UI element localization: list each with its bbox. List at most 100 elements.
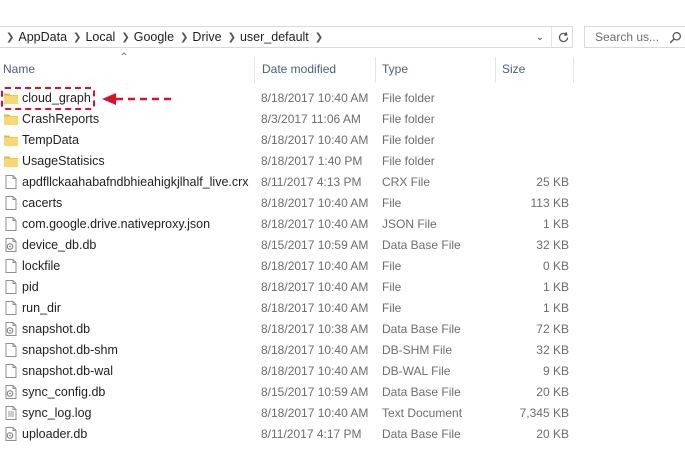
file-row[interactable]: lockfile 8/18/2017 10:40 AM File 0 KB: [0, 256, 685, 277]
file-name: sync_log.log: [22, 406, 92, 420]
file-date-modified: 8/11/2017 4:13 PM: [261, 175, 362, 189]
search-box[interactable]: [584, 26, 685, 48]
file-type: File: [382, 196, 402, 210]
column-divider[interactable]: [375, 57, 376, 83]
file-row[interactable]: sync_config.db 8/15/2017 10:59 AM Data Bas…: [0, 382, 685, 403]
file-date-modified: 8/18/2017 10:40 AM: [261, 280, 369, 294]
file-row[interactable]: snapshot.db-shm 8/18/2017 10:40 AM DB-SHM …: [0, 340, 685, 361]
breadcrumb-drive[interactable]: Drive ❯: [192, 27, 240, 47]
file-type: Data Base File: [382, 322, 461, 336]
chevron-right-icon[interactable]: ❯: [309, 32, 327, 43]
file-row[interactable]: uploader.db 8/11/2017 4:17 PM Data Base Fi…: [0, 424, 685, 445]
refresh-button[interactable]: [551, 27, 574, 47]
file-row[interactable]: run_dir 8/18/2017 10:40 AM File 1 KB: [0, 298, 685, 319]
file-date-modified: 8/18/2017 1:40 PM: [261, 154, 363, 168]
file-name: snapshot.db: [22, 322, 91, 336]
file-type: File: [382, 301, 402, 315]
file-date-modified: 8/18/2017 10:40 AM: [261, 259, 369, 273]
breadcrumb-user-default[interactable]: user_default ❯: [240, 27, 327, 47]
file-row[interactable]: pid 8/18/2017 10:40 AM File 1 KB: [0, 277, 685, 298]
file-type: File: [382, 259, 402, 273]
address-dropdown-icon[interactable]: ⌄: [532, 32, 548, 43]
file-row[interactable]: device_db.db 8/15/2017 10:59 AM Data Base …: [0, 235, 685, 256]
file-row[interactable]: com.google.drive.nativeproxy.json 8/18/20…: [0, 214, 685, 235]
search-input[interactable]: [593, 29, 669, 45]
file-name: CrashReports: [22, 112, 100, 126]
column-header-date[interactable]: Date modified: [262, 55, 372, 83]
breadcrumb-local[interactable]: Local ❯: [85, 27, 133, 47]
file-row[interactable]: snapshot.db-wal 8/18/2017 10:40 AM DB-WAL …: [0, 361, 685, 382]
file-size: 25 KB: [536, 175, 569, 189]
file-type: Text Document: [382, 406, 463, 420]
file-date-modified: 8/11/2017 4:17 PM: [261, 427, 362, 441]
chevron-right-icon[interactable]: ❯: [222, 32, 240, 43]
file-row[interactable]: UsageStatisics 8/18/2017 1:40 PM File fold…: [0, 151, 685, 172]
column-header-name[interactable]: Name: [3, 55, 253, 83]
file-icon: [3, 174, 19, 190]
column-header-type[interactable]: Type: [382, 55, 492, 83]
text-document-icon: [3, 405, 19, 421]
breadcrumb-label: Google: [133, 30, 175, 44]
column-header-row: Name Date modified Type Size: [0, 55, 685, 83]
file-icon: [3, 195, 19, 211]
breadcrumb-root[interactable]: ❯: [0, 27, 18, 47]
breadcrumb-label: Local: [85, 30, 116, 44]
search-icon[interactable]: [669, 31, 682, 44]
address-bar[interactable]: ❯ AppData ❯ Local ❯ Google ❯ Drive ❯ use…: [0, 26, 573, 48]
column-divider[interactable]: [254, 57, 255, 83]
column-divider[interactable]: [573, 57, 574, 83]
database-file-icon: [3, 384, 19, 400]
chevron-right-icon[interactable]: ❯: [174, 32, 192, 43]
column-divider[interactable]: [495, 57, 496, 83]
file-size: 1 KB: [542, 217, 569, 231]
file-name: com.google.drive.nativeproxy.json: [22, 217, 211, 231]
file-row[interactable]: TempData 8/18/2017 10:40 AM File folder: [0, 130, 685, 151]
file-size: 113 KB: [530, 196, 569, 210]
file-name: apdfllckaahabafndbhieahigkjlhalf_live.cr…: [22, 175, 249, 189]
file-type: Data Base File: [382, 238, 461, 252]
file-type: File folder: [382, 154, 435, 168]
file-date-modified: 8/18/2017 10:40 AM: [261, 364, 369, 378]
file-name: sync_config.db: [22, 385, 106, 399]
folder-icon: [3, 153, 19, 169]
breadcrumb-google[interactable]: Google ❯: [134, 27, 193, 47]
chevron-right-icon[interactable]: ❯: [67, 32, 85, 43]
file-name: snapshot.db-wal: [22, 364, 114, 378]
file-date-modified: 8/15/2017 10:59 AM: [261, 238, 369, 252]
file-type: Data Base File: [382, 385, 461, 399]
file-type: DB-WAL File: [382, 364, 451, 378]
breadcrumb-label: AppData: [18, 30, 68, 44]
file-name: device_db.db: [22, 238, 97, 252]
arrow-left-icon: [102, 93, 176, 105]
file-name: run_dir: [22, 301, 61, 315]
breadcrumb-label: Drive: [192, 30, 222, 44]
column-header-size[interactable]: Size: [502, 55, 572, 83]
file-name: uploader.db: [22, 427, 88, 441]
file-name: lockfile: [22, 259, 61, 273]
file-icon: [3, 258, 19, 274]
file-list: cloud_graph 8/18/2017 10:40 AM File folder…: [0, 88, 685, 445]
file-type: File folder: [382, 133, 435, 147]
file-date-modified: 8/18/2017 10:38 AM: [261, 322, 369, 336]
database-file-icon: [3, 426, 19, 442]
file-size: 1 KB: [542, 280, 569, 294]
file-icon: [3, 279, 19, 295]
file-row[interactable]: sync_log.log 8/18/2017 10:40 AM Text Docum…: [0, 403, 685, 424]
file-type: DB-SHM File: [382, 343, 453, 357]
file-size: 20 KB: [536, 385, 569, 399]
file-type: CRX File: [382, 175, 431, 189]
file-row[interactable]: cacerts 8/18/2017 10:40 AM File 113 KB: [0, 193, 685, 214]
file-size: 20 KB: [536, 427, 569, 441]
chevron-right-icon[interactable]: ❯: [115, 32, 133, 43]
database-file-icon: [3, 237, 19, 253]
file-icon: [3, 342, 19, 358]
file-size: 72 KB: [536, 322, 569, 336]
file-date-modified: 8/18/2017 10:40 AM: [261, 91, 369, 105]
file-name: cacerts: [22, 196, 63, 210]
file-size: 9 KB: [542, 364, 569, 378]
file-row[interactable]: snapshot.db 8/18/2017 10:38 AM Data Base F…: [0, 319, 685, 340]
file-row[interactable]: apdfllckaahabafndbhieahigkjlhalf_live.cr…: [0, 172, 685, 193]
file-date-modified: 8/18/2017 10:40 AM: [261, 343, 369, 357]
breadcrumb-appdata[interactable]: AppData ❯: [18, 27, 85, 47]
file-row[interactable]: CrashReports 8/3/2017 11:06 AM File folder: [0, 109, 685, 130]
